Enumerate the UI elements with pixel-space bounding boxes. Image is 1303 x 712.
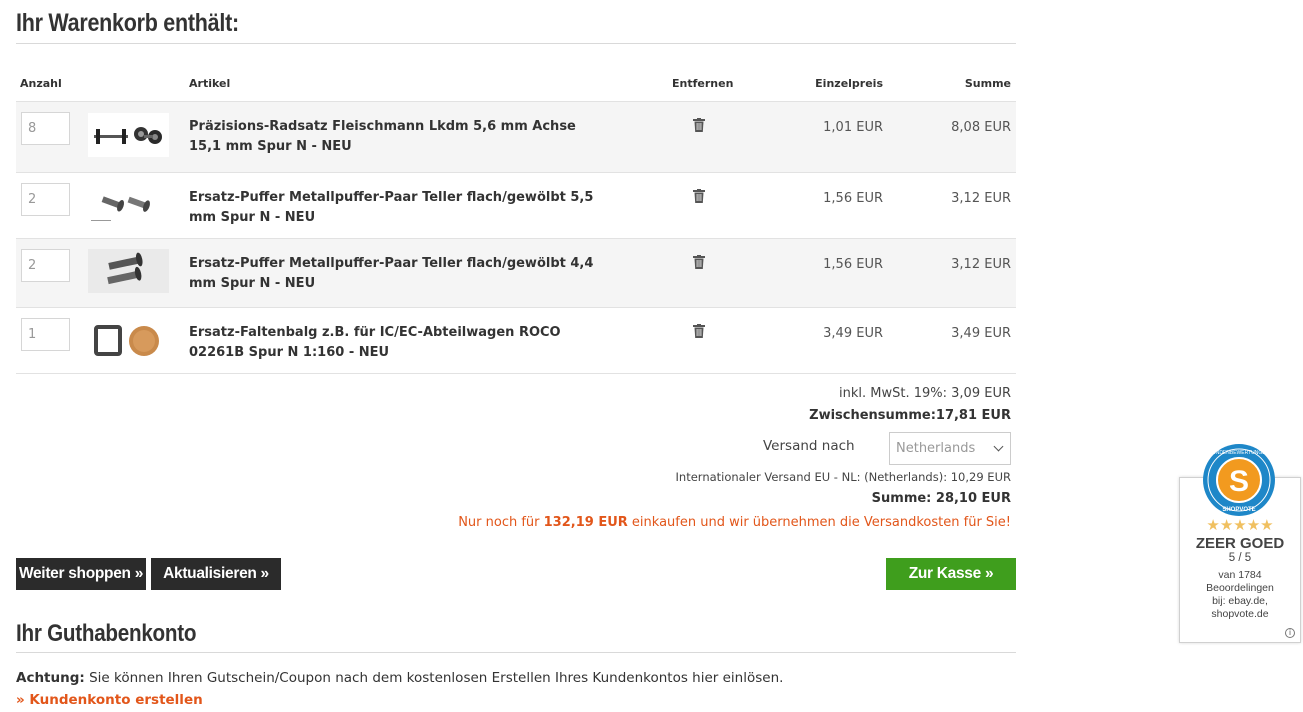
product-image-bellows[interactable] — [88, 318, 169, 362]
seal-top-text: KUNDENBEWERTUNGEN — [1209, 450, 1270, 456]
cart-row: Ersatz-Faltenbalg z.B. für IC/EC-Abteilw… — [16, 308, 1016, 374]
trash-icon[interactable] — [693, 118, 705, 132]
quantity-input[interactable] — [21, 112, 70, 145]
product-title[interactable]: Präzisions-Radsatz Fleischmann Lkdm 5,6 … — [189, 117, 599, 157]
rating-score: 5 / 5 — [1228, 552, 1252, 564]
free-shipping-suffix: einkaufen und wir übernehmen die Versand… — [627, 515, 1011, 530]
shipping-label: Versand nach — [763, 438, 855, 454]
free-shipping-note: Nur noch für 132,19 EUR einkaufen und wi… — [458, 515, 1011, 530]
credit-title: Ihr Guthabenkonto — [16, 620, 197, 647]
credit-note-bold: Achtung: — [16, 670, 85, 686]
unit-price: 1,01 EUR — [823, 120, 883, 135]
quantity-input[interactable] — [21, 249, 70, 282]
update-cart-button[interactable]: Aktualisieren » — [151, 558, 281, 590]
credit-note-text: Sie können Ihren Gutschein/Coupon nach d… — [84, 670, 784, 686]
product-title[interactable]: Ersatz-Puffer Metallpuffer-Paar Teller f… — [189, 254, 599, 294]
free-shipping-amount: 132,19 EUR — [543, 515, 628, 530]
product-image-wheelset[interactable] — [88, 113, 169, 157]
quantity-input[interactable] — [21, 183, 70, 216]
col-total: Summe — [964, 77, 1011, 90]
product-image-buffer[interactable] — [88, 249, 169, 293]
trash-icon[interactable] — [693, 324, 705, 338]
review-label: Beoordelingen — [1206, 582, 1274, 594]
continue-shopping-button[interactable]: Weiter shoppen » — [16, 558, 146, 590]
seal-bottom-text: SHOPVOTE — [1222, 507, 1255, 513]
col-article: Artikel — [189, 77, 231, 90]
create-account-link[interactable]: » Kundenkonto erstellen — [16, 692, 203, 708]
subtotal: Zwischensumme:17,81 EUR — [809, 408, 1011, 423]
rating-label: ZEER GOED — [1195, 535, 1285, 552]
product-image-buffer[interactable] — [88, 183, 169, 227]
review-source-1: bij: ebay.de, — [1212, 595, 1268, 607]
row-total: 3,12 EUR — [951, 191, 1011, 206]
unit-price: 1,56 EUR — [823, 257, 883, 272]
col-unit-price: Einzelpreis — [815, 77, 883, 90]
info-icon[interactable]: i — [1285, 628, 1295, 638]
shipping-cost-line: Internationaler Versand EU - NL: (Nether… — [675, 470, 1011, 484]
product-title[interactable]: Ersatz-Puffer Metallpuffer-Paar Teller f… — [189, 188, 599, 228]
unit-price: 1,56 EUR — [823, 191, 883, 206]
col-remove: Entfernen — [672, 77, 734, 90]
free-shipping-prefix: Nur noch für — [458, 515, 544, 530]
rating-stars: ★★★★★ — [1206, 517, 1274, 534]
chevron-down-icon — [993, 441, 1004, 452]
col-qty: Anzahl — [20, 77, 62, 90]
row-total: 3,49 EUR — [951, 326, 1011, 341]
trash-icon[interactable] — [693, 189, 705, 203]
shipping-country-value: Netherlands — [896, 441, 976, 456]
product-title[interactable]: Ersatz-Faltenbalg z.B. für IC/EC-Abteilw… — [189, 323, 599, 363]
seal-letter: S — [1229, 465, 1249, 498]
cart-row: Präzisions-Radsatz Fleischmann Lkdm 5,6 … — [16, 102, 1016, 173]
checkout-button[interactable]: Zur Kasse » — [886, 558, 1016, 590]
trash-icon[interactable] — [693, 255, 705, 269]
review-source-2: shopvote.de — [1211, 608, 1269, 620]
quantity-input[interactable] — [21, 318, 70, 351]
shipping-country-select[interactable]: Netherlands — [889, 432, 1011, 465]
credit-note: Achtung: Sie können Ihren Gutschein/Coup… — [16, 670, 783, 686]
cart-row: Ersatz-Puffer Metallpuffer-Paar Teller f… — [16, 173, 1016, 239]
cart-row: Ersatz-Puffer Metallpuffer-Paar Teller f… — [16, 239, 1016, 308]
row-total: 3,12 EUR — [951, 257, 1011, 272]
divider — [16, 652, 1016, 653]
vat-line: inkl. MwSt. 19%: 3,09 EUR — [839, 386, 1011, 401]
divider — [16, 43, 1016, 44]
review-count: van 1784 — [1218, 569, 1262, 581]
cart-table-header: Anzahl Artikel Entfernen Einzelpreis Sum… — [16, 66, 1016, 102]
row-total: 8,08 EUR — [951, 120, 1011, 135]
shopvote-seal-icon[interactable]: S KUNDENBEWERTUNGEN SHOPVOTE — [1202, 443, 1276, 517]
unit-price: 3,49 EUR — [823, 326, 883, 341]
grand-total: Summe: 28,10 EUR — [871, 491, 1011, 506]
cart-title: Ihr Warenkorb enthält: — [16, 9, 239, 37]
